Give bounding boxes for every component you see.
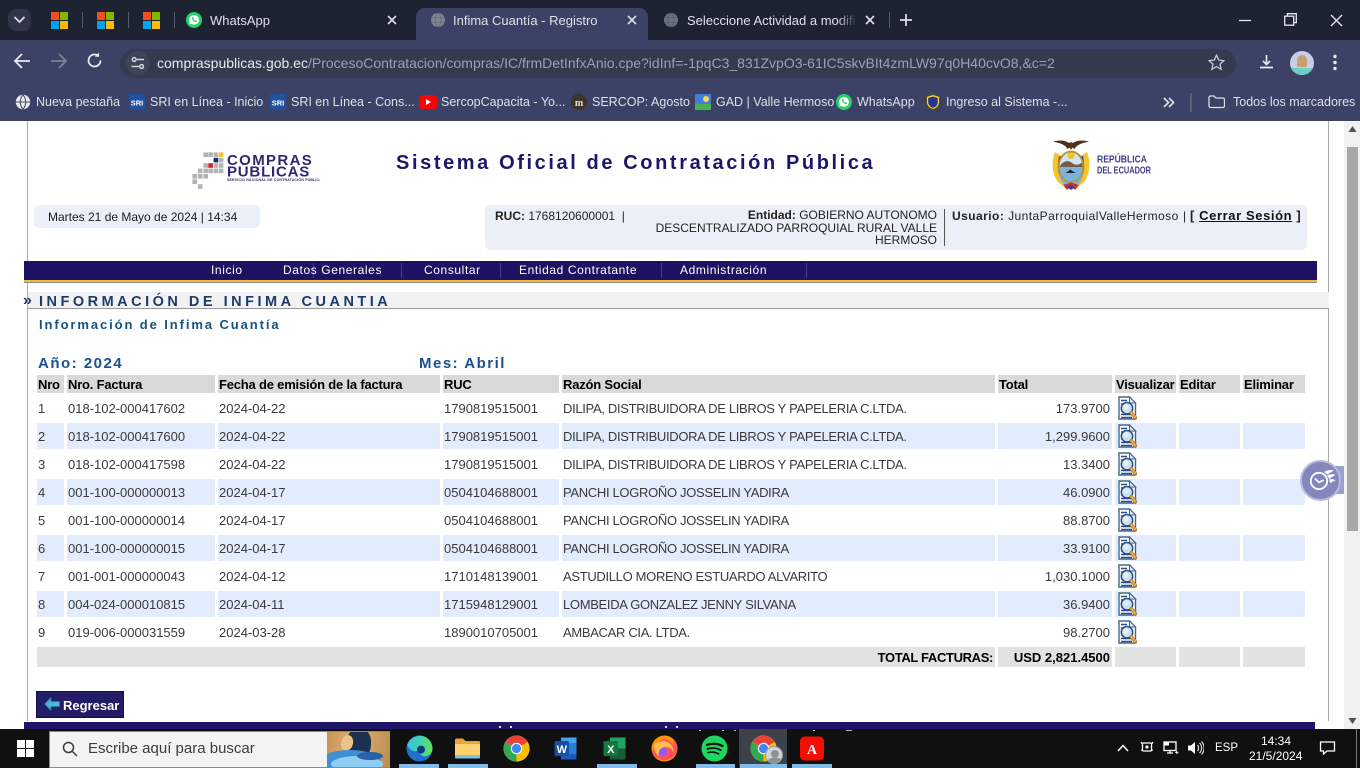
svg-text:X: X <box>607 744 615 756</box>
svg-text:SERVICIO NACIONAL DE CONTRATAC: SERVICIO NACIONAL DE CONTRATACIÓN PÚBLIC… <box>227 177 320 182</box>
svg-text:SRI: SRI <box>272 99 285 108</box>
svg-text:A: A <box>807 743 818 758</box>
svg-text:m: m <box>575 98 584 109</box>
svg-text:DEL ECUADOR: DEL ECUADOR <box>1097 166 1151 177</box>
svg-text:W: W <box>557 744 568 756</box>
svg-text:REPÚBLICA: REPÚBLICA <box>1097 153 1148 166</box>
svg-text:SRI: SRI <box>131 99 144 108</box>
